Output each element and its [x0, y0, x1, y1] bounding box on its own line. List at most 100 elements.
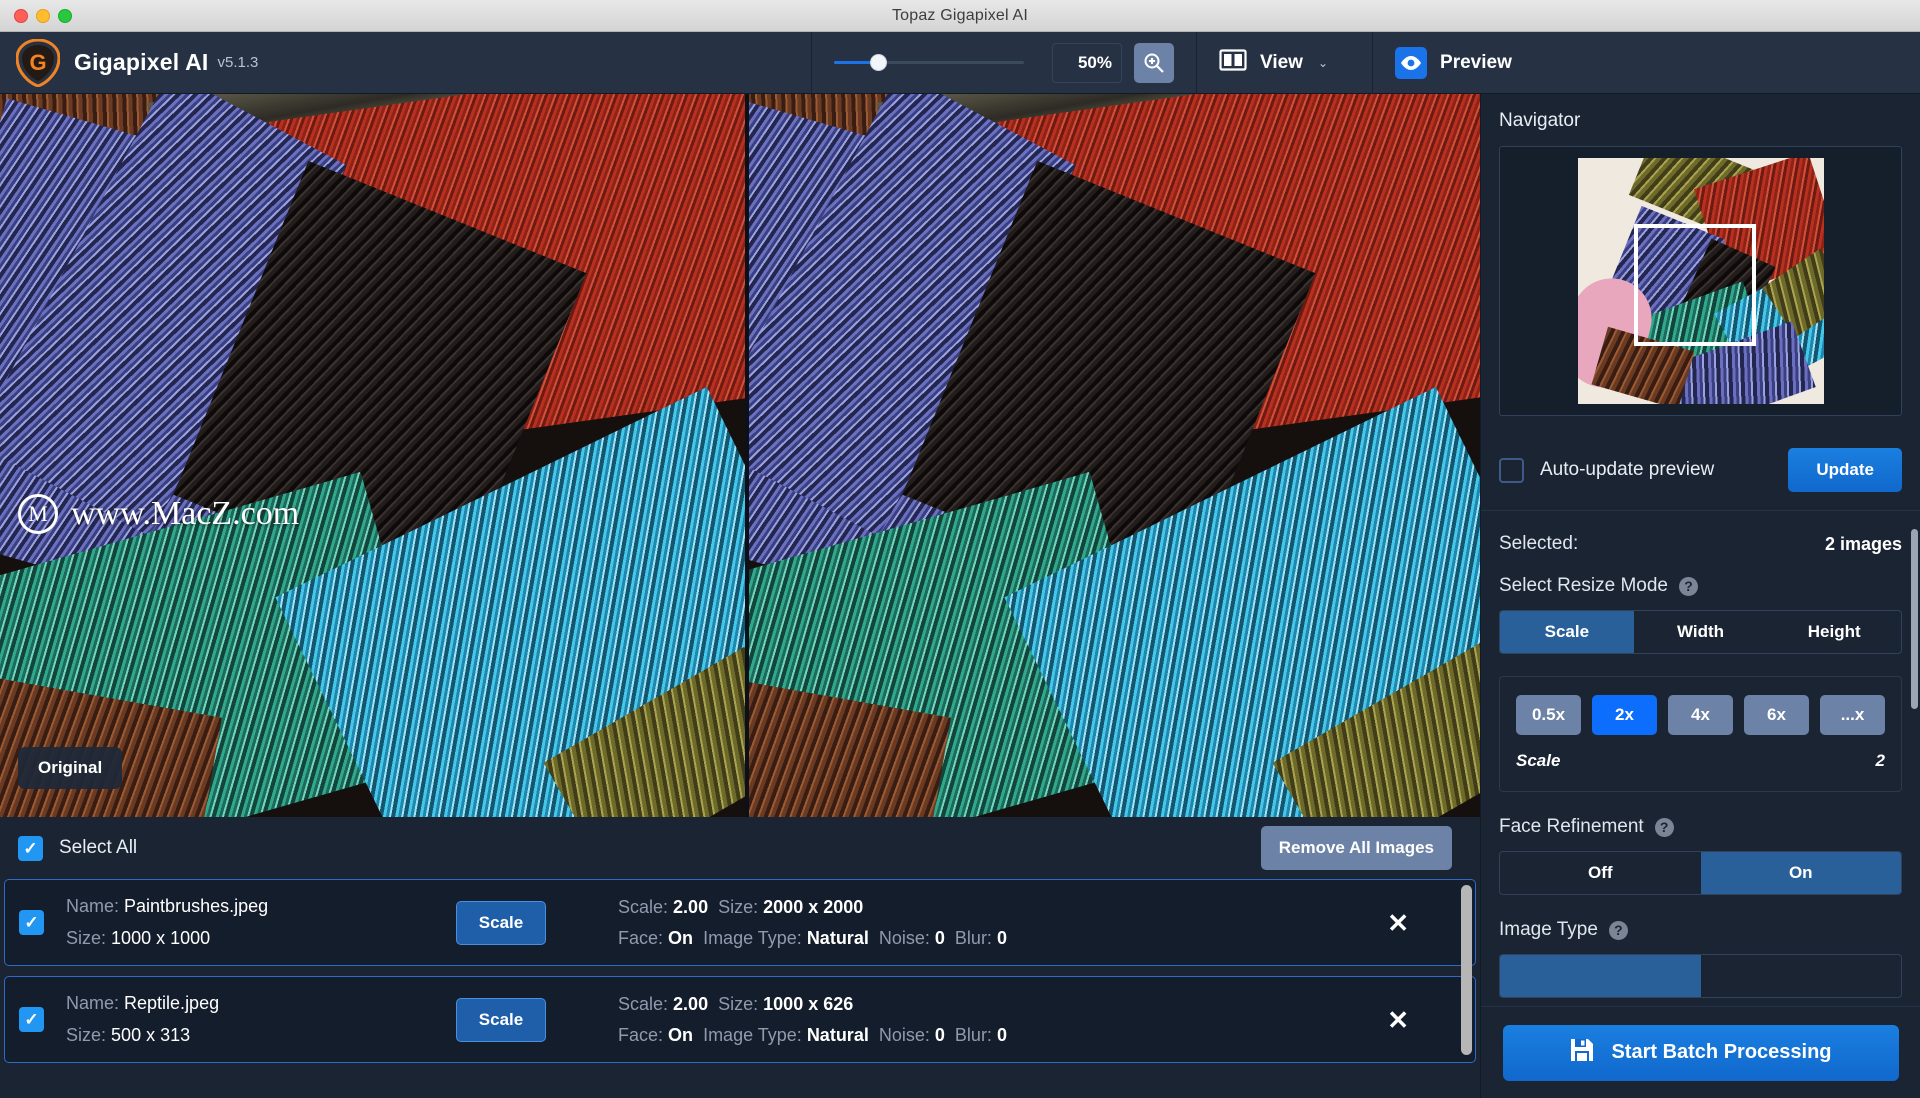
- resize-mode-label-row: Select Resize Mode ?: [1499, 575, 1902, 597]
- row-imgtype-value: Natural: [807, 928, 869, 948]
- row-meta-line-1: Scale: 2.00 Size: 1000 x 626: [618, 994, 1007, 1015]
- macz-logo-icon: M: [18, 494, 58, 534]
- zoom-slider-handle[interactable]: [870, 54, 887, 71]
- save-floppy-icon: [1569, 1037, 1595, 1069]
- brand-area: G Gigapixel AI v5.1.3: [0, 32, 812, 93]
- resize-mode-scale[interactable]: Scale: [1500, 611, 1634, 653]
- row-size-label: Size:: [66, 928, 106, 948]
- scale-preset-buttons: 0.5x 2x 4x 6x ...x: [1516, 695, 1885, 735]
- scale-preset-6x[interactable]: 6x: [1744, 695, 1809, 735]
- right-panel: Navigator: [1480, 94, 1920, 1098]
- face-refinement-off[interactable]: Off: [1500, 852, 1701, 894]
- row-scale-button[interactable]: Scale: [456, 901, 546, 945]
- help-icon[interactable]: ?: [1609, 921, 1628, 940]
- navigator-thumbnail[interactable]: [1578, 158, 1824, 404]
- view-menu-button[interactable]: View ⌄: [1197, 32, 1350, 93]
- auto-update-control[interactable]: Auto-update preview: [1499, 458, 1714, 483]
- row-scale-value: 2.00: [673, 897, 708, 917]
- start-batch-processing-label: Start Batch Processing: [1611, 1041, 1831, 1064]
- table-row[interactable]: ✓ Name: Reptile.jpeg Size: 500 x 313 S: [4, 976, 1476, 1063]
- paintbrush-artwork-processed: [749, 94, 1480, 817]
- row-scale-button[interactable]: Scale: [456, 998, 546, 1042]
- watermark: M www.MacZ.com: [18, 494, 299, 534]
- row-size-label: Size:: [66, 1025, 106, 1045]
- remove-row-icon[interactable]: ✕: [1387, 1007, 1409, 1033]
- row-checkbox[interactable]: ✓: [19, 1007, 44, 1032]
- row-size-value: 1000 x 1000: [111, 928, 210, 948]
- main-area: M www.MacZ.com Original: [0, 94, 1920, 1098]
- eye-icon: [1395, 47, 1427, 79]
- remove-all-images-button[interactable]: Remove All Images: [1261, 826, 1452, 870]
- row-name-line: Name: Paintbrushes.jpeg: [66, 896, 456, 917]
- navigator-box[interactable]: [1499, 146, 1902, 416]
- split-panel-icon: [1219, 48, 1247, 78]
- row-meta-block: Scale: 2.00 Size: 2000 x 2000 Face: On I…: [618, 897, 1007, 949]
- magnifier-plus-icon[interactable]: [1134, 43, 1174, 83]
- view-label: View: [1260, 52, 1303, 74]
- navigator-viewport-rect[interactable]: [1634, 224, 1756, 346]
- row-noise-value: 0: [935, 1025, 945, 1045]
- row-name-line: Name: Reptile.jpeg: [66, 993, 456, 1014]
- preview-toggle-button[interactable]: Preview: [1373, 32, 1534, 93]
- window-titlebar: Topaz Gigapixel AI: [0, 0, 1920, 32]
- file-list-scrollbar-thumb[interactable]: [1461, 885, 1472, 1055]
- scale-preset-custom[interactable]: ...x: [1820, 695, 1885, 735]
- select-all-label: Select All: [59, 837, 137, 859]
- table-row[interactable]: ✓ Name: Paintbrushes.jpeg Size: 1000 x 1…: [4, 879, 1476, 966]
- scale-preset-0-5x[interactable]: 0.5x: [1516, 695, 1581, 735]
- file-list-header: ✓ Select All Remove All Images: [0, 817, 1480, 879]
- file-list-scrollbar[interactable]: [1461, 885, 1472, 1092]
- zoom-percent-field[interactable]: 50%: [1052, 43, 1122, 83]
- settings-scrollbar-thumb[interactable]: [1911, 529, 1918, 709]
- window-title: Topaz Gigapixel AI: [0, 7, 1920, 25]
- remove-row-icon[interactable]: ✕: [1387, 910, 1409, 936]
- row-meta-line-1: Scale: 2.00 Size: 2000 x 2000: [618, 897, 1007, 918]
- image-preview-canvas[interactable]: M www.MacZ.com Original: [0, 94, 1480, 817]
- row-face-value: On: [668, 928, 693, 948]
- row-size-line: Size: 1000 x 1000: [66, 928, 456, 949]
- image-type-option-2[interactable]: [1701, 955, 1902, 997]
- start-batch-processing-button[interactable]: Start Batch Processing: [1503, 1025, 1899, 1081]
- auto-update-checkbox[interactable]: [1499, 458, 1524, 483]
- image-type-option-1[interactable]: [1500, 955, 1701, 997]
- image-type-label: Image Type: [1499, 919, 1598, 941]
- selected-label: Selected:: [1499, 533, 1578, 555]
- scale-preset-2x[interactable]: 2x: [1592, 695, 1657, 735]
- navigator-title: Navigator: [1499, 110, 1902, 132]
- preview-pane-original[interactable]: M www.MacZ.com Original: [0, 94, 745, 817]
- row-outsize-label: Size:: [718, 897, 758, 917]
- watermark-text: www.MacZ.com: [71, 495, 299, 533]
- face-refinement-on[interactable]: On: [1701, 852, 1902, 894]
- face-refinement-segmented-control[interactable]: Off On: [1499, 851, 1902, 895]
- scale-field-value[interactable]: 2: [1876, 751, 1885, 771]
- paintbrush-artwork-original: [0, 94, 745, 817]
- preview-pane-processed[interactable]: [749, 94, 1480, 817]
- svg-text:G: G: [29, 50, 46, 75]
- resize-mode-height[interactable]: Height: [1767, 611, 1901, 653]
- update-button[interactable]: Update: [1788, 448, 1902, 492]
- row-meta-line-2: Face: On Image Type: Natural Noise: 0 Bl…: [618, 928, 1007, 949]
- scale-preset-4x[interactable]: 4x: [1668, 695, 1733, 735]
- zoom-slider[interactable]: [834, 32, 1024, 93]
- help-icon[interactable]: ?: [1679, 577, 1698, 596]
- row-scale-label: Scale:: [618, 897, 668, 917]
- row-blur-label: Blur:: [955, 928, 992, 948]
- image-type-segmented-control[interactable]: [1499, 954, 1902, 998]
- select-all-checkbox[interactable]: ✓: [18, 836, 43, 861]
- help-icon[interactable]: ?: [1655, 818, 1674, 837]
- file-rows-container[interactable]: ✓ Name: Paintbrushes.jpeg Size: 1000 x 1…: [0, 879, 1480, 1098]
- row-face-label: Face:: [618, 928, 663, 948]
- row-imgtype-value: Natural: [807, 1025, 869, 1045]
- select-all-row[interactable]: ✓ Select All: [18, 836, 137, 861]
- resize-mode-label: Select Resize Mode: [1499, 575, 1668, 597]
- brand-name: Gigapixel AI: [74, 49, 208, 76]
- row-outsize-value: 2000 x 2000: [763, 897, 863, 917]
- application-window: Topaz Gigapixel AI G Gigapixel AI v5.1.3…: [0, 0, 1920, 1098]
- resize-mode-segmented-control[interactable]: Scale Width Height: [1499, 610, 1902, 654]
- row-noise-label: Noise:: [879, 928, 930, 948]
- row-blur-value: 0: [997, 1025, 1007, 1045]
- resize-mode-width[interactable]: Width: [1634, 611, 1768, 653]
- row-checkbox[interactable]: ✓: [19, 910, 44, 935]
- chevron-down-icon: ⌄: [1318, 56, 1328, 70]
- row-meta-block: Scale: 2.00 Size: 1000 x 626 Face: On Im…: [618, 994, 1007, 1046]
